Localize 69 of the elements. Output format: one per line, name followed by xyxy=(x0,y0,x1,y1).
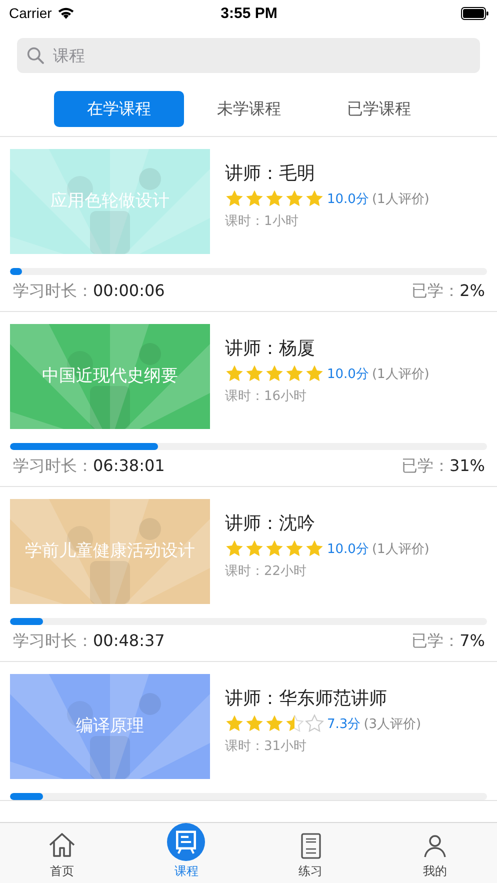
teacher-name: 华东师范讲师 xyxy=(279,688,387,709)
teacher-label: 讲师： xyxy=(225,688,279,709)
tab-bar-item[interactable]: 练习 xyxy=(248,823,373,883)
course-hours: 课时：31小时 xyxy=(225,738,308,755)
tab-bar-item[interactable]: 我的 xyxy=(372,823,497,883)
course-tab[interactable]: 已学课程 xyxy=(314,91,444,127)
teacher-name: 毛明 xyxy=(279,163,315,184)
star-icon xyxy=(305,714,324,733)
tab-bar-item[interactable]: 首页 xyxy=(0,823,124,883)
rating-score: 10.0分 xyxy=(327,366,369,382)
star-icon xyxy=(265,714,284,733)
teacher-name: 沈吟 xyxy=(279,513,315,534)
carrier-name: Carrier xyxy=(9,5,52,21)
star-icon xyxy=(285,539,304,558)
progress-label: 已学： xyxy=(412,281,460,300)
cover-title: 编译原理 xyxy=(75,715,145,737)
review-count: (1人评价) xyxy=(372,366,430,382)
teacher-label: 讲师： xyxy=(225,338,279,359)
duration-value: 00:48:37 xyxy=(93,631,165,650)
duration-value: 00:00:06 xyxy=(93,281,165,300)
star-icon xyxy=(285,364,304,383)
star-icon xyxy=(245,364,264,383)
star-icon xyxy=(225,189,244,208)
search-icon xyxy=(27,47,44,64)
teacher-name: 杨厦 xyxy=(279,338,315,359)
star-icon xyxy=(245,189,264,208)
star-icon xyxy=(225,364,244,383)
progress-value: 2% xyxy=(460,281,485,300)
duration-label: 学习时长： xyxy=(13,456,93,475)
rating-score: 10.0分 xyxy=(327,190,369,208)
star-icon xyxy=(225,539,244,558)
review-count: (1人评价) xyxy=(372,540,430,558)
course-tab[interactable]: 在学课程 xyxy=(54,91,184,127)
progress-value: 31% xyxy=(449,456,485,475)
rating-score: 7.3分 xyxy=(327,716,361,732)
star-icon xyxy=(285,714,304,733)
course-hours: 课时：22小时 xyxy=(225,563,308,580)
star-icon xyxy=(225,714,244,733)
star-icon xyxy=(285,189,304,208)
course-hours: 课时：16小时 xyxy=(225,388,308,405)
star-icon xyxy=(245,714,264,733)
progress-value: 7% xyxy=(460,631,485,650)
rating-score: 10.0分 xyxy=(327,540,369,558)
search-field[interactable]: 课程 xyxy=(17,38,480,73)
progress-label: 已学： xyxy=(412,631,460,650)
wifi-icon xyxy=(56,6,75,20)
star-icon xyxy=(245,539,264,558)
review-count: (3人评价) xyxy=(364,716,422,732)
teacher-label: 讲师： xyxy=(225,513,279,534)
star-icon xyxy=(265,539,284,558)
cover-title: 应用色轮做设计 xyxy=(50,190,170,212)
star-icon xyxy=(305,189,324,208)
star-icon xyxy=(265,364,284,383)
star-icon xyxy=(265,189,284,208)
duration-label: 学习时长： xyxy=(13,281,93,300)
cover-title: 学前儿童健康活动设计 xyxy=(24,540,196,562)
battery-icon xyxy=(460,6,489,20)
review-count: (1人评价) xyxy=(372,190,430,208)
star-icon xyxy=(305,364,324,383)
tab-bar-item[interactable]: 课程 xyxy=(124,823,248,883)
star-icon xyxy=(305,539,324,558)
course-tab[interactable]: 未学课程 xyxy=(184,91,314,127)
duration-value: 06:38:01 xyxy=(93,456,165,475)
progress-label: 已学： xyxy=(401,456,450,475)
status-time: 3:55 PM xyxy=(220,4,278,22)
course-hours: 课时：1小时 xyxy=(225,213,300,230)
cover-title: 中国近现代史纲要 xyxy=(41,365,179,387)
duration-label: 学习时长： xyxy=(13,631,93,650)
teacher-label: 讲师： xyxy=(225,163,279,184)
